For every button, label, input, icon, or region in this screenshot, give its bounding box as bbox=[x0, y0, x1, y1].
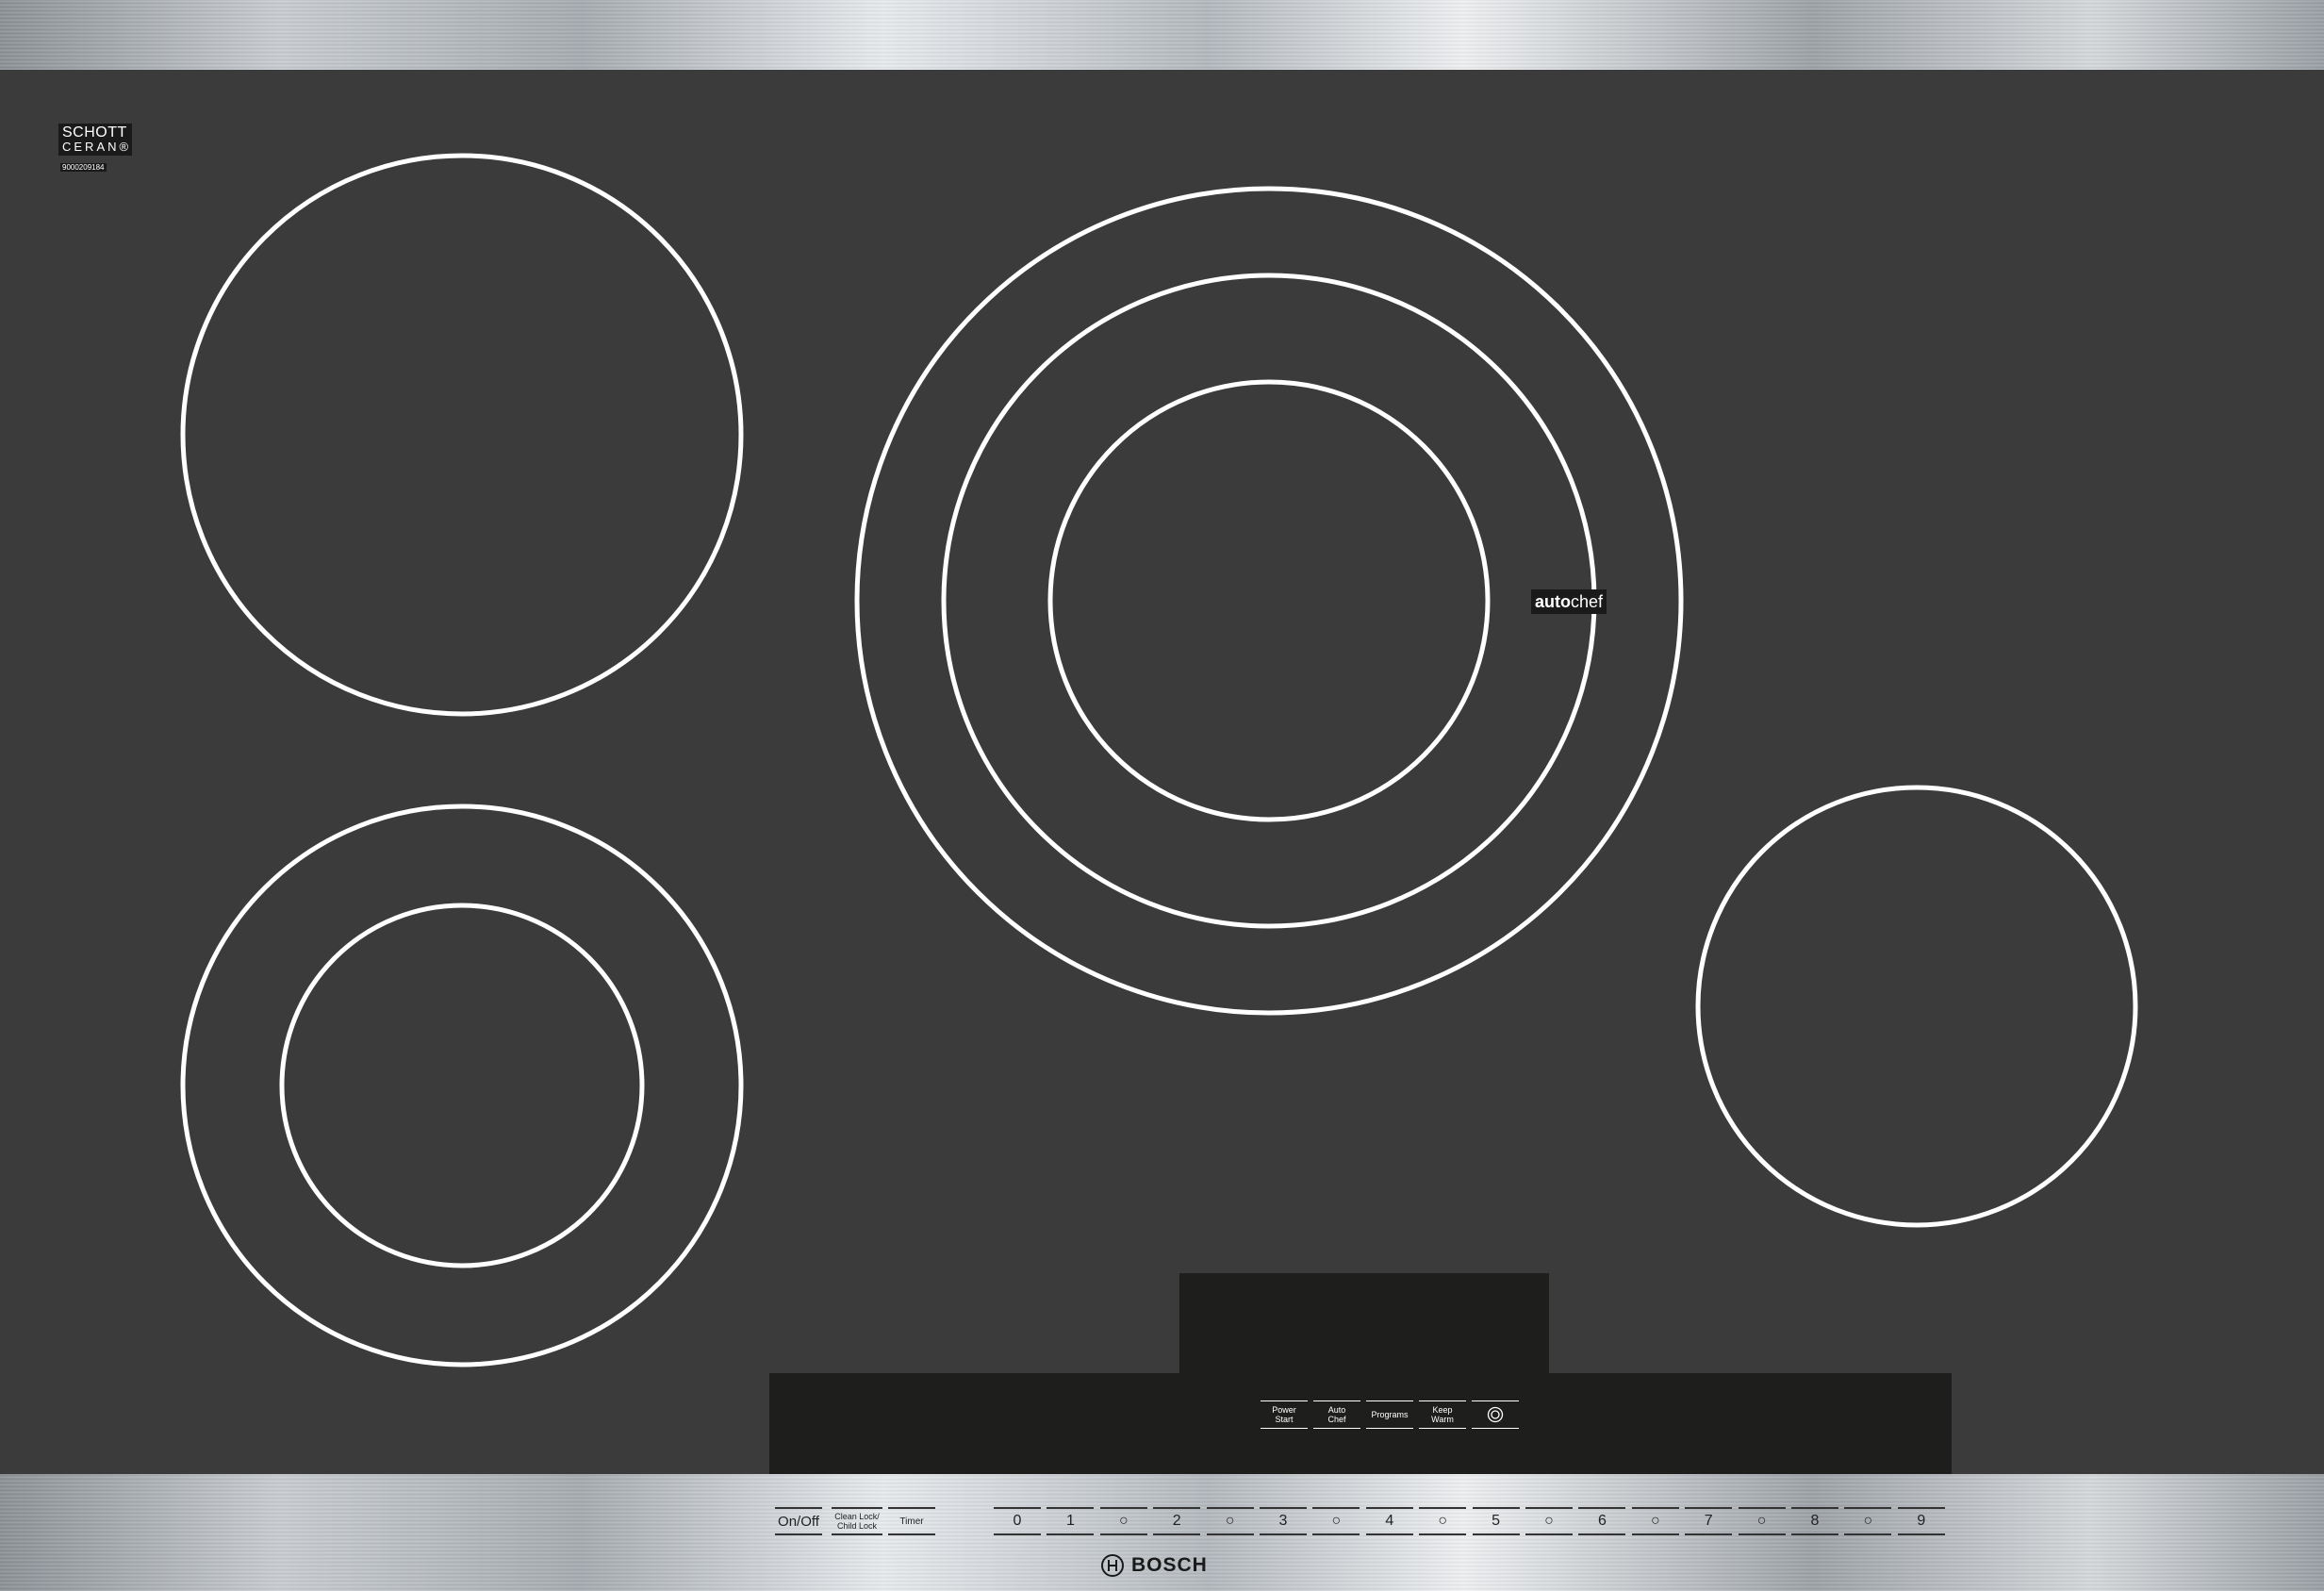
level-2[interactable]: 2 bbox=[1153, 1507, 1201, 1535]
level-3[interactable]: 3 bbox=[1260, 1507, 1307, 1535]
level-half-step[interactable]: ○ bbox=[1631, 1507, 1679, 1535]
brand-name: BOSCH bbox=[1131, 1554, 1208, 1576]
burner-rear-left bbox=[180, 153, 744, 717]
power-start-button[interactable]: Power Start bbox=[1261, 1400, 1308, 1429]
level-4[interactable]: 4 bbox=[1365, 1507, 1413, 1535]
level-7[interactable]: 7 bbox=[1685, 1507, 1733, 1535]
level-half-step[interactable]: ○ bbox=[1099, 1507, 1147, 1535]
dual-ring-button[interactable] bbox=[1472, 1400, 1519, 1429]
programs-button[interactable]: Programs bbox=[1366, 1400, 1413, 1429]
level-half-step[interactable]: ○ bbox=[1312, 1507, 1360, 1535]
level-0[interactable]: 0 bbox=[994, 1507, 1041, 1535]
burner-center-middle-ring bbox=[941, 273, 1597, 929]
level-half-step[interactable]: ○ bbox=[1206, 1507, 1254, 1535]
cooktop: SCHOTT CERAN® 9000209184 autochef Power … bbox=[0, 0, 2324, 1591]
keep-warm-button[interactable]: Keep Warm bbox=[1419, 1400, 1466, 1429]
cooking-zones bbox=[180, 153, 2138, 1367]
level-5[interactable]: 5 bbox=[1472, 1507, 1520, 1535]
bosch-logo: BOSCH bbox=[1101, 1551, 1208, 1580]
schott-ceran-logo: SCHOTT CERAN® bbox=[58, 124, 132, 156]
glass-code: 9000209184 bbox=[60, 163, 107, 172]
timer-button[interactable]: Timer bbox=[888, 1507, 935, 1535]
burner-front-left-outer-ring bbox=[180, 804, 744, 1367]
burner-right bbox=[1695, 785, 2138, 1228]
level-9[interactable]: 9 bbox=[1897, 1507, 1945, 1535]
ceran-label: CERAN® bbox=[62, 140, 132, 154]
bosch-logo-icon bbox=[1101, 1554, 1124, 1577]
level-half-step[interactable]: ○ bbox=[1738, 1507, 1786, 1535]
level-half-step[interactable]: ○ bbox=[1525, 1507, 1573, 1535]
burner-front-left-inner-ring bbox=[279, 903, 645, 1268]
control-panel-strip bbox=[769, 1373, 1952, 1474]
double-circle-icon bbox=[1487, 1406, 1504, 1423]
level-half-step[interactable]: ○ bbox=[1419, 1507, 1467, 1535]
on-off-button[interactable]: On/Off bbox=[775, 1507, 822, 1535]
schott-label: SCHOTT bbox=[62, 124, 127, 141]
level-8[interactable]: 8 bbox=[1791, 1507, 1838, 1535]
level-1[interactable]: 1 bbox=[1047, 1507, 1095, 1535]
control-panel-raised bbox=[1179, 1273, 1549, 1375]
autochef-badge: autochef bbox=[1531, 589, 1607, 614]
clean-lock-child-lock-button[interactable]: Clean Lock/ Child Lock bbox=[832, 1507, 882, 1535]
level-half-step[interactable]: ○ bbox=[1844, 1507, 1892, 1535]
auto-chef-button[interactable]: Auto Chef bbox=[1313, 1400, 1360, 1429]
burner-center-inner-ring bbox=[1047, 379, 1491, 822]
level-6[interactable]: 6 bbox=[1578, 1507, 1626, 1535]
